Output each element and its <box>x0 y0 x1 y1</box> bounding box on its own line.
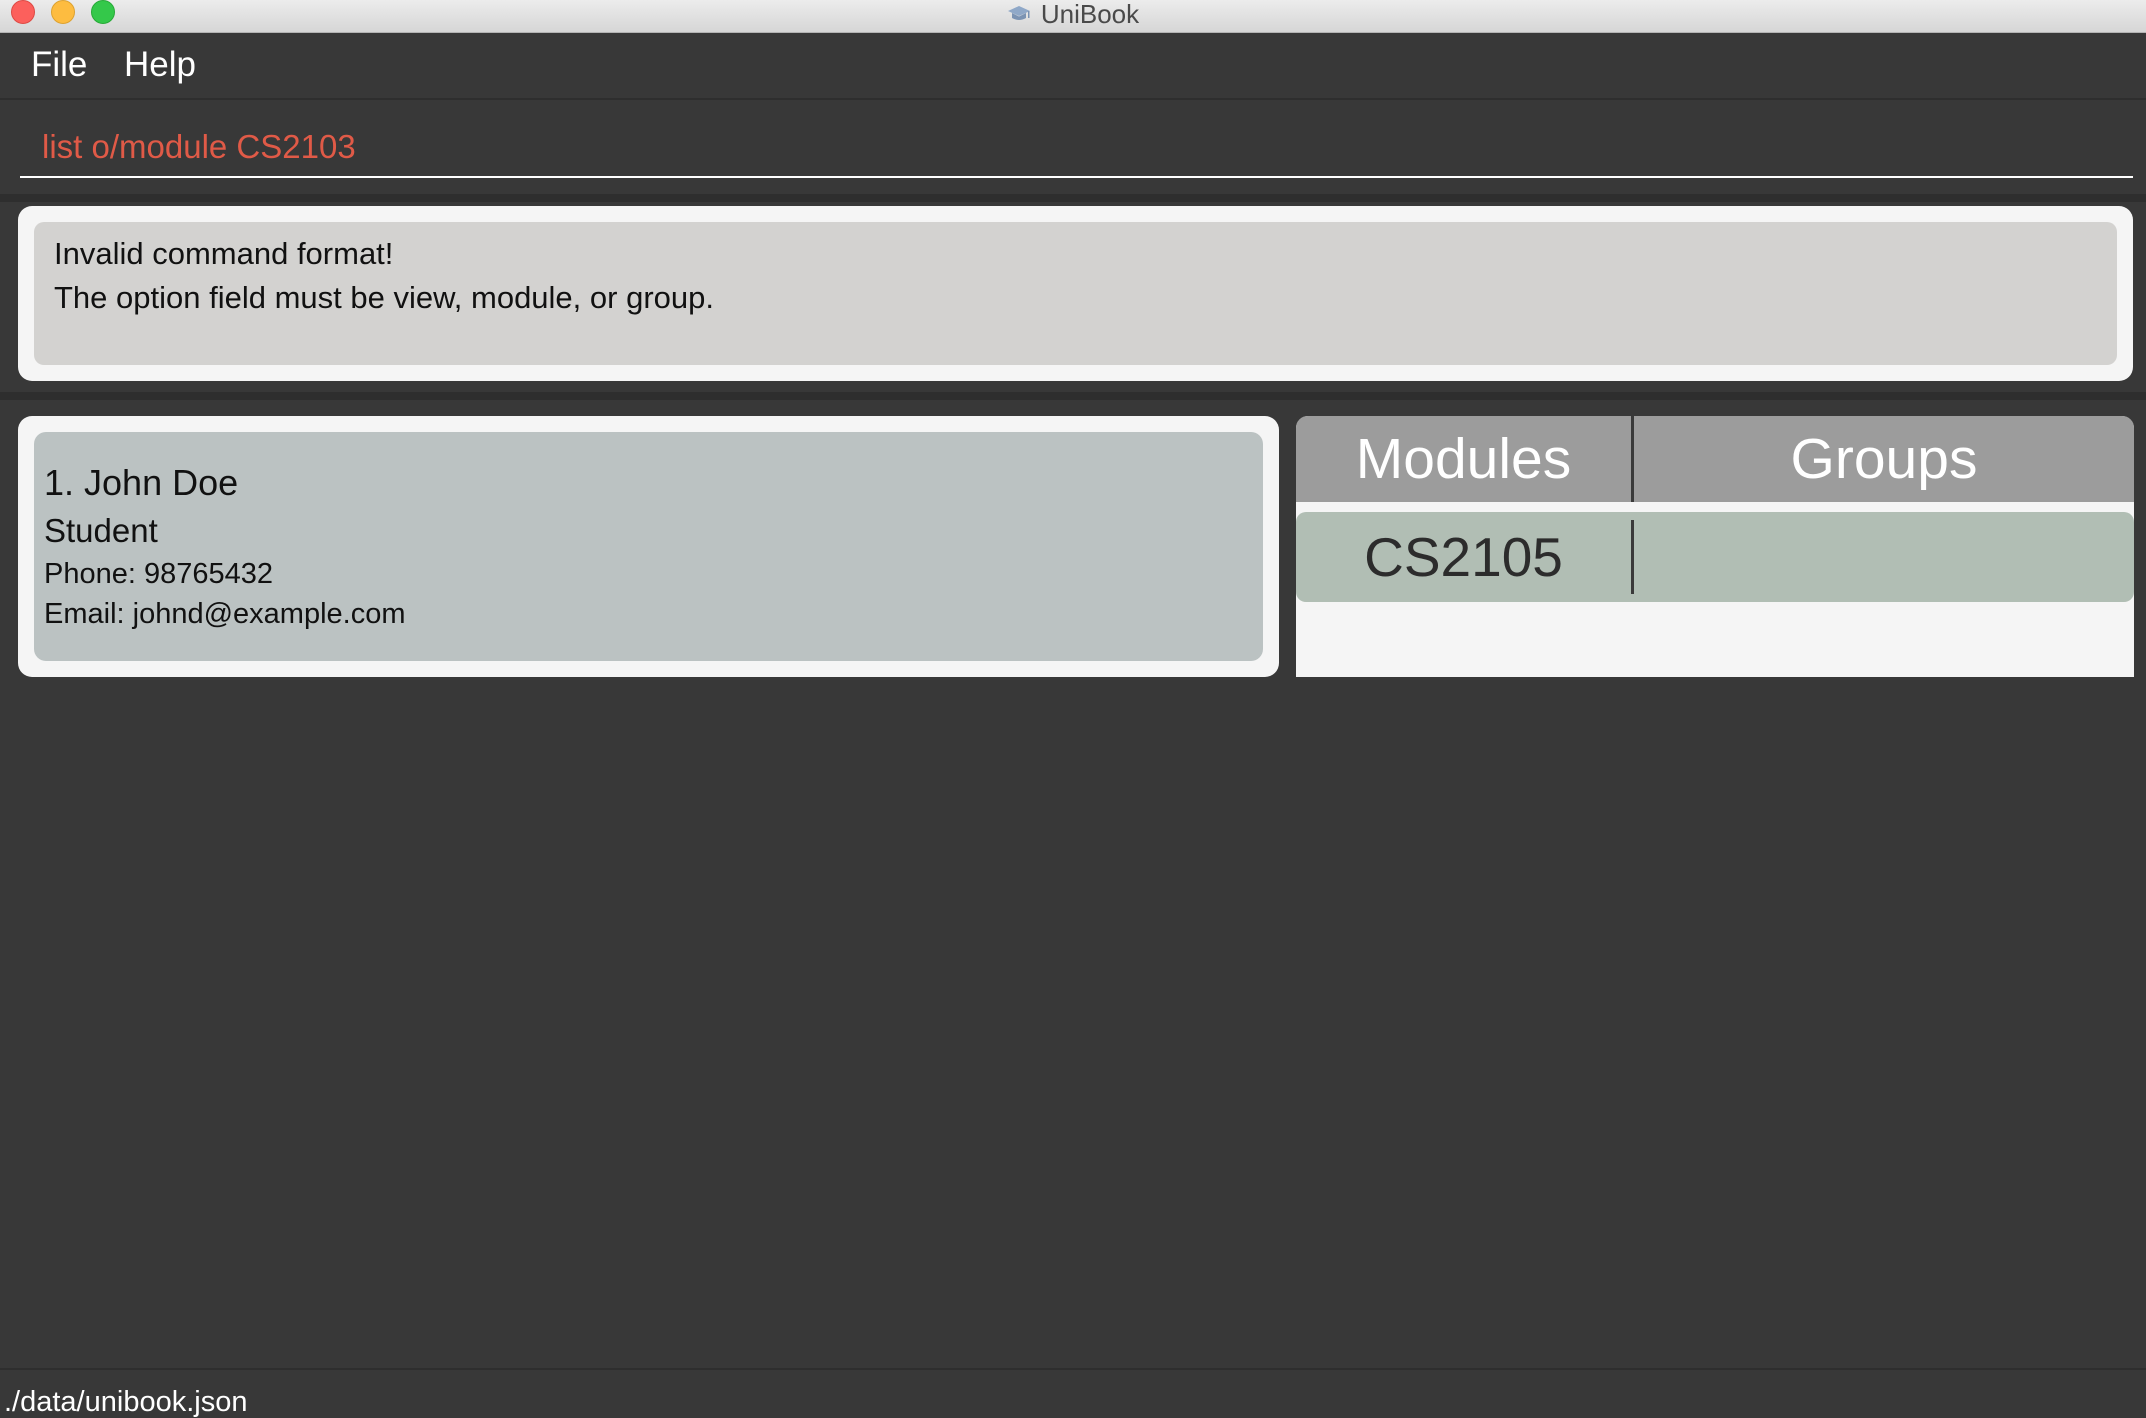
result-display: Invalid command format! The option field… <box>18 206 2133 381</box>
command-input[interactable] <box>20 118 2133 178</box>
data-file-path: ./data/unibook.json <box>4 1386 248 1418</box>
divider <box>0 392 2146 400</box>
title-bar: UniBook <box>0 0 2146 33</box>
person-name: 1. John Doe <box>44 462 239 503</box>
module-cell: CS2105 <box>1364 526 1563 588</box>
window-title: UniBook <box>1040 0 1140 29</box>
module-table: Modules Groups CS2105 <box>1296 416 2134 677</box>
person-phone: Phone: 98765432 <box>44 558 273 590</box>
column-header-modules[interactable]: Modules <box>1296 416 1631 502</box>
command-box <box>0 100 2146 194</box>
table-header: Modules Groups <box>1296 416 2134 502</box>
column-divider <box>1631 520 1634 594</box>
menu-file[interactable]: File <box>31 45 87 85</box>
result-message-line: The option field must be view, module, o… <box>54 280 714 315</box>
column-header-groups[interactable]: Groups <box>1634 416 2134 502</box>
person-email: Email: johnd@example.com <box>44 598 406 630</box>
table-row[interactable]: CS2105 <box>1296 512 2134 602</box>
person-card[interactable]: 1. John Doe Student Phone: 98765432 Emai… <box>34 432 1263 661</box>
divider <box>0 194 2146 202</box>
menu-help[interactable]: Help <box>124 45 196 85</box>
person-role: Student <box>44 512 158 549</box>
person-list-panel: 1. John Doe Student Phone: 98765432 Emai… <box>18 416 1279 677</box>
graduation-cap-icon <box>1007 4 1031 24</box>
menu-bar: File Help <box>0 33 2146 100</box>
status-bar: ./data/unibook.json <box>0 1368 2146 1418</box>
result-message-line: Invalid command format! <box>54 236 394 271</box>
result-message-box[interactable]: Invalid command format! The option field… <box>34 222 2117 365</box>
unibook-window: UniBook File Help Invalid command format… <box>0 0 2146 1418</box>
